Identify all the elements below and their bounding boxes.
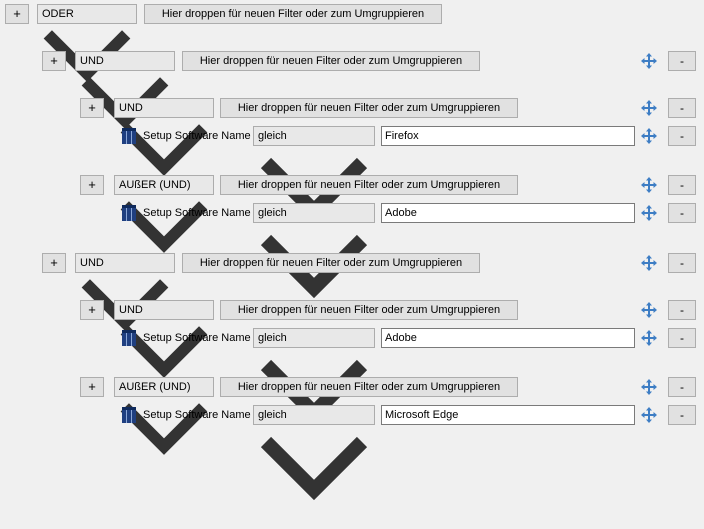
condition-remove-button[interactable]: - bbox=[668, 203, 696, 223]
root-operator-value: ODER bbox=[42, 8, 74, 20]
move-icon[interactable] bbox=[640, 52, 658, 70]
condition-value-input[interactable]: Microsoft Edge bbox=[381, 405, 635, 425]
subgroup-drop-zone[interactable]: Hier droppen für neuen Filter oder zum U… bbox=[220, 98, 518, 118]
group-operator-select[interactable]: UND bbox=[75, 51, 175, 129]
subgroup-operator-select[interactable]: AUßER (UND) bbox=[114, 377, 214, 455]
table-icon bbox=[122, 407, 136, 423]
group-operator-value: UND bbox=[80, 55, 104, 67]
subgroup-operator-value: UND bbox=[119, 102, 143, 114]
condition-remove-button[interactable]: - bbox=[668, 126, 696, 146]
subgroup-drop-zone[interactable]: Hier droppen für neuen Filter oder zum U… bbox=[220, 377, 518, 397]
subgroup-remove-button[interactable]: - bbox=[668, 98, 696, 118]
group-drop-zone[interactable]: Hier droppen für neuen Filter oder zum U… bbox=[182, 51, 480, 71]
root-add-button[interactable]: + bbox=[5, 4, 29, 24]
condition-comparator-select[interactable]: gleich bbox=[253, 126, 375, 222]
chevron-down-icon bbox=[260, 436, 368, 501]
move-icon[interactable] bbox=[640, 254, 658, 272]
subgroup-add-button[interactable]: + bbox=[80, 377, 104, 397]
subgroup-remove-button[interactable]: - bbox=[668, 175, 696, 195]
move-icon[interactable] bbox=[640, 406, 658, 424]
subgroup-remove-button[interactable]: - bbox=[668, 300, 696, 320]
condition-field-label: Setup Software Name bbox=[143, 207, 251, 219]
subgroup-add-button[interactable]: + bbox=[80, 98, 104, 118]
group-drop-zone[interactable]: Hier droppen für neuen Filter oder zum U… bbox=[182, 253, 480, 273]
condition-remove-button[interactable]: - bbox=[668, 405, 696, 425]
move-icon[interactable] bbox=[640, 204, 658, 222]
condition-field-label: Setup Software Name bbox=[143, 409, 251, 421]
subgroup-add-button[interactable]: + bbox=[80, 175, 104, 195]
move-icon[interactable] bbox=[640, 176, 658, 194]
condition-value-input[interactable]: Adobe bbox=[381, 328, 635, 348]
condition-comparator-value: gleich bbox=[258, 332, 287, 344]
root-drop-zone[interactable]: Hier droppen für neuen Filter oder zum U… bbox=[144, 4, 442, 24]
table-icon bbox=[122, 128, 136, 144]
subgroup-operator-value: AUßER (UND) bbox=[119, 381, 191, 393]
move-icon[interactable] bbox=[640, 329, 658, 347]
condition-comparator-select[interactable]: gleich bbox=[253, 405, 375, 501]
condition-field-label: Setup Software Name bbox=[143, 130, 251, 142]
condition-comparator-select[interactable]: gleich bbox=[253, 203, 375, 299]
subgroup-operator-select[interactable]: AUßER (UND) bbox=[114, 175, 214, 253]
table-icon bbox=[122, 205, 136, 221]
table-icon bbox=[122, 330, 136, 346]
subgroup-drop-zone[interactable]: Hier droppen für neuen Filter oder zum U… bbox=[220, 300, 518, 320]
root-operator-select[interactable]: ODER bbox=[37, 4, 137, 82]
move-icon[interactable] bbox=[640, 301, 658, 319]
move-icon[interactable] bbox=[640, 378, 658, 396]
group-operator-value: UND bbox=[80, 257, 104, 269]
group-remove-button[interactable]: - bbox=[668, 51, 696, 71]
subgroup-remove-button[interactable]: - bbox=[668, 377, 696, 397]
subgroup-operator-value: UND bbox=[119, 304, 143, 316]
subgroup-add-button[interactable]: + bbox=[80, 300, 104, 320]
subgroup-operator-select[interactable]: UND bbox=[114, 98, 214, 176]
condition-value-input[interactable]: Adobe bbox=[381, 203, 635, 223]
condition-field-label: Setup Software Name bbox=[143, 332, 251, 344]
condition-remove-button[interactable]: - bbox=[668, 328, 696, 348]
group-operator-select[interactable]: UND bbox=[75, 253, 175, 331]
move-icon[interactable] bbox=[640, 99, 658, 117]
condition-comparator-value: gleich bbox=[258, 207, 287, 219]
condition-comparator-select[interactable]: gleich bbox=[253, 328, 375, 424]
condition-comparator-value: gleich bbox=[258, 409, 287, 421]
move-icon[interactable] bbox=[640, 127, 658, 145]
subgroup-drop-zone[interactable]: Hier droppen für neuen Filter oder zum U… bbox=[220, 175, 518, 195]
group-add-button[interactable]: + bbox=[42, 253, 66, 273]
group-remove-button[interactable]: - bbox=[668, 253, 696, 273]
group-add-button[interactable]: + bbox=[42, 51, 66, 71]
subgroup-operator-select[interactable]: UND bbox=[114, 300, 214, 378]
condition-comparator-value: gleich bbox=[258, 130, 287, 142]
subgroup-operator-value: AUßER (UND) bbox=[119, 179, 191, 191]
condition-value-input[interactable]: Firefox bbox=[381, 126, 635, 146]
